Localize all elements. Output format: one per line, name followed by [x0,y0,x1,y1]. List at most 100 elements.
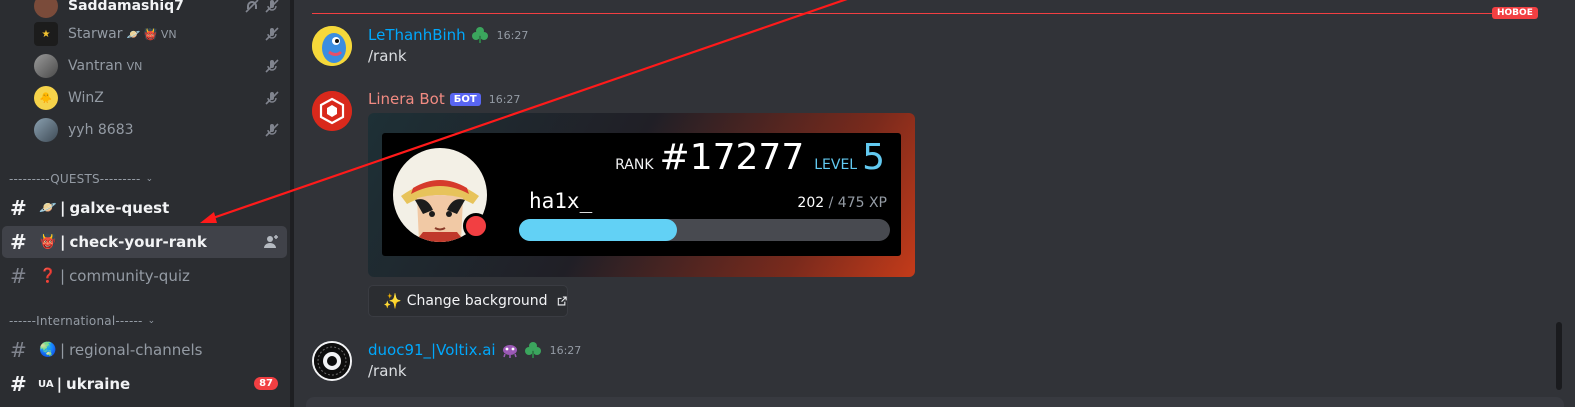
xp-progress-track [519,219,890,241]
voice-member[interactable]: ★ Starwar 🪐 👹 VN [34,20,284,48]
deafen-icon [245,0,259,13]
avatar-image [312,26,352,66]
category-label: ------International------ [9,314,143,328]
rank-card-username: ha1x_ [529,189,593,213]
voice-member[interactable]: 🐥 WinZ [34,84,284,112]
avatar: ★ [34,22,58,46]
member-name: WinZ [68,90,104,106]
member-decoration: VN [126,59,143,73]
clover-role-icon [471,27,488,43]
channel-galxe-quest[interactable]: # 🪐 | galxe-quest [2,192,287,224]
channel-separator: | [60,341,66,359]
button-label: Change background [406,293,548,309]
hashtag-threads-icon: # [10,372,27,396]
channel-name: regional-channels [69,341,203,359]
member-name: yyh 8683 [68,122,134,138]
linera-logo-icon [312,91,352,131]
avatar-image [314,343,350,379]
avatar[interactable] [312,91,352,131]
rank-value: #17277 [659,137,805,178]
new-messages-divider [312,13,1534,14]
author-name[interactable]: LeThanhBinh [368,26,466,44]
member-decoration: 🪐 👹 VN [126,27,177,41]
hashtag-icon: # [10,196,27,220]
flag-icon: UA [38,378,54,390]
chat-area: НОВОЕ LeThanhBinh 16:27 /rank Linera Bot… [294,0,1575,407]
add-member-icon[interactable] [263,234,279,250]
avatar [34,0,58,18]
mute-icon [265,123,279,137]
xp-separator: / [828,195,834,211]
xp-readout: 202 / 475 XP [797,195,887,211]
member-name: Saddamashiq7 [68,0,184,14]
external-link-icon [557,296,567,306]
category-quests[interactable]: ---------QUESTS--------- ⌄ [9,172,153,186]
voice-member[interactable]: Saddamashiq7 [34,0,284,20]
level-label: LEVEL [814,157,858,173]
rank-card: RANK #17277 LEVEL 5 ha1x_ 202 / 475 XP [382,133,901,256]
message-input-edge[interactable] [306,397,1564,407]
voice-member[interactable]: yyh 8683 [34,116,284,144]
mute-icon [265,59,279,73]
rank-label: RANK [615,157,654,173]
hashtag-icon: # [10,230,27,254]
avatar [34,54,58,78]
author-name[interactable]: Linera Bot [368,90,445,108]
avatar [34,118,58,142]
member-name: Vantran [68,58,123,74]
channel-regional-channels[interactable]: # 🌏 | regional-channels [2,334,287,366]
channel-name: check-your-rank [69,233,207,251]
level-value: 5 [862,137,885,178]
xp-max: 475 XP [837,195,887,211]
channel-community-quiz[interactable]: # ❓ | community-quiz [2,260,287,292]
avatar: 🐥 [34,86,58,110]
avatar[interactable] [312,341,352,381]
avatar[interactable] [312,26,352,66]
change-background-button[interactable]: ✨ Change background [368,285,568,317]
channel-ukraine[interactable]: # UA | ukraine 87 [2,368,287,400]
xp-progress-fill [519,219,677,241]
sparkles-icon: ✨ [383,292,402,310]
chat-scrollbar[interactable] [1556,322,1562,390]
channel-emoji: ❓ [39,268,57,284]
mute-icon [265,27,279,41]
chevron-down-icon: ⌄ [147,316,156,326]
voice-member[interactable]: Vantran VN [34,52,284,80]
rank-card-embed[interactable]: RANK #17277 LEVEL 5 ha1x_ 202 / 475 XP [368,113,915,277]
message-content: /rank [368,362,407,380]
channel-separator: | [60,267,66,285]
message-timestamp: 16:27 [488,92,521,106]
hashtag-icon: # [10,338,27,362]
unread-badge: 87 [254,377,278,390]
rank-level-row: RANK #17277 LEVEL 5 [615,137,885,178]
channel-sidebar: Saddamashiq7 ★ Starwar 🪐 👹 VN Vantran VN… [0,0,290,407]
message-content: /rank [368,47,407,65]
channel-name: galxe-quest [69,199,170,217]
channel-check-your-rank[interactable]: # 👹 | check-your-rank [2,226,287,258]
mute-icon [265,0,279,13]
clover-role-icon [524,342,541,358]
channel-separator: | [56,375,63,393]
dnd-status-icon [463,213,489,239]
message-timestamp: 16:27 [549,343,582,357]
new-messages-pill[interactable]: НОВОЕ [1492,7,1538,19]
alien-role-icon [502,345,517,358]
message-author-row: LeThanhBinh 16:27 [368,26,528,44]
member-name: Starwar [68,26,123,42]
message-author-row: duoc91_|Voltix.ai 16:27 [368,341,581,359]
hashtag-icon: # [10,264,27,288]
chevron-down-icon: ⌄ [145,174,154,184]
channel-name: community-quiz [69,267,190,285]
mute-icon [265,91,279,105]
category-label: ---------QUESTS--------- [9,172,141,186]
bot-tag: БОТ [449,92,481,106]
channel-separator: | [60,199,66,217]
message-author-row: Linera Bot БОТ 16:27 [368,90,520,108]
category-international[interactable]: ------International------ ⌄ [9,314,155,328]
channel-name: ukraine [66,375,131,393]
channel-emoji: 👹 [39,234,57,250]
author-name[interactable]: duoc91_|Voltix.ai [368,341,496,359]
channel-emoji: 🌏 [39,342,57,358]
channel-emoji: 🪐 [39,200,57,216]
message-timestamp: 16:27 [496,28,529,42]
